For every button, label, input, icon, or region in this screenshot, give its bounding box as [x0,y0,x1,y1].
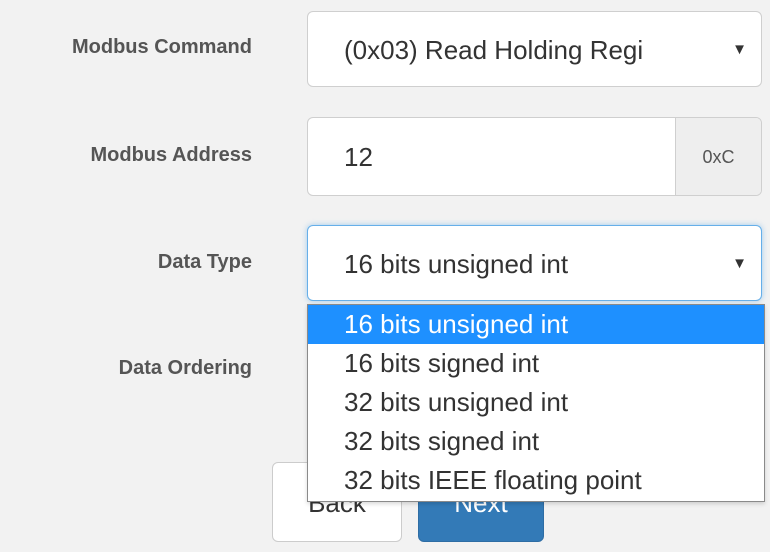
chevron-down-icon: ▼ [732,255,747,272]
modbus-command-select[interactable]: (0x03) Read Holding Regi ▼ [307,11,762,87]
dropdown-option-32bit-unsigned[interactable]: 32 bits unsigned int [308,383,764,422]
data-type-label: Data Type [157,251,252,273]
modbus-address-hex-addon: 0xC [675,118,761,195]
modbus-command-value: (0x03) Read Holding Regi [344,35,644,65]
dropdown-option-32bit-float[interactable]: 32 bits IEEE floating point [308,461,764,500]
dropdown-option-32bit-signed[interactable]: 32 bits signed int [308,422,764,461]
data-type-dropdown-list: 16 bits unsigned int 16 bits signed int … [307,304,765,502]
dropdown-option-16bit-signed[interactable]: 16 bits signed int [308,344,764,383]
modbus-address-input[interactable]: 12 [344,118,373,195]
modbus-address-input-group: 12 0xC [307,117,762,196]
modbus-command-label: Modbus Command [72,36,252,58]
data-type-value: 16 bits unsigned int [344,249,569,279]
dropdown-option-16bit-unsigned[interactable]: 16 bits unsigned int [308,305,764,344]
data-ordering-label: Data Ordering [118,357,252,379]
data-type-select[interactable]: 16 bits unsigned int ▼ [307,225,762,301]
chevron-down-icon: ▼ [732,41,747,58]
modbus-address-label: Modbus Address [90,144,253,166]
